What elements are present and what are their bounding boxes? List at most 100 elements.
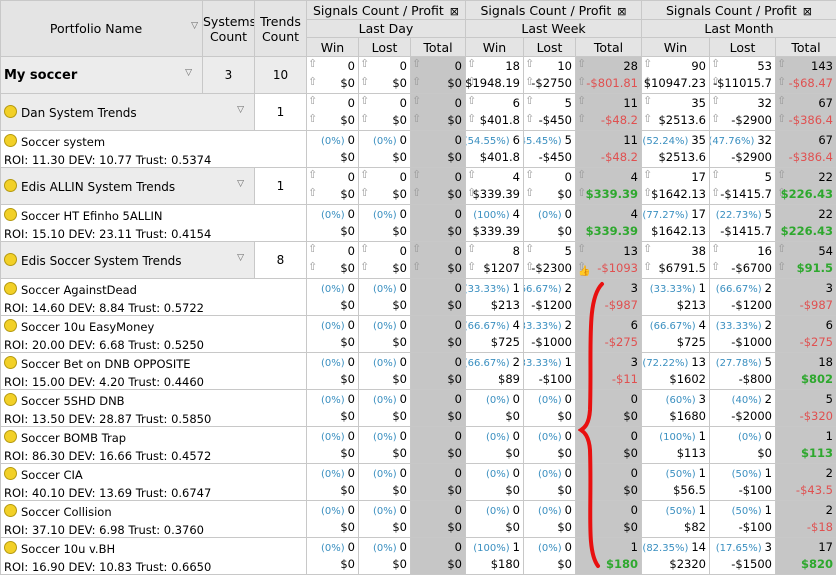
signal-profit: $1680 <box>669 409 706 423</box>
system-name[interactable]: Soccer AgainstDead ROI: 14.60 DEV: 8.84 T… <box>0 278 307 316</box>
group-name[interactable]: Dan System Trends ▽ <box>0 93 255 131</box>
group-row[interactable]: Edis ALLIN System Trends ▽ 1 ⇧ ⇧ 0 $0 ⇧ ⇧ 0 $0 ⇧ ⇧ 0 $… <box>0 167 836 205</box>
sort-icon[interactable]: ▽ <box>191 21 198 31</box>
signal-count: 3 <box>630 355 638 369</box>
system-row[interactable]: Soccer 10u v.BH ROI: 16.90 DEV: 10.83 Tru… <box>0 537 836 575</box>
arrow-up-icon: ⇧ <box>577 112 587 125</box>
arrow-up-icon: ⇧ <box>360 260 370 273</box>
signal-cell: 17 $820 <box>775 537 836 575</box>
close-icon[interactable]: ⊠ <box>617 5 626 18</box>
chevron-down-icon[interactable]: ▽ <box>237 179 244 189</box>
system-row[interactable]: Soccer system ROI: 11.30 DEV: 10.77 Trust… <box>0 130 836 168</box>
signal-cell: 67 -$386.4 <box>775 130 836 168</box>
col-win[interactable]: Win <box>641 37 710 57</box>
system-row[interactable]: Soccer AgainstDead ROI: 14.60 DEV: 8.84 T… <box>0 278 836 316</box>
arrow-up-icon: ⇧ <box>308 242 318 255</box>
arrow-up-icon: ⇧ <box>412 186 422 199</box>
signal-cell: 4 $339.39 <box>575 204 642 242</box>
col-lost[interactable]: Lost <box>709 37 776 57</box>
signal-count: 6 <box>512 133 520 147</box>
signal-profit: -$1415.7 <box>720 187 772 201</box>
system-name[interactable]: Soccer BOMB Trap ROI: 86.30 DEV: 16.66 Tr… <box>0 426 307 464</box>
signal-count: 4 <box>630 207 638 221</box>
signal-count: 8 <box>512 244 520 258</box>
coin-icon <box>4 319 17 332</box>
percent-label: (0%) <box>321 284 345 295</box>
chevron-down-icon[interactable]: ▽ <box>237 105 244 115</box>
percent-label: (0%) <box>538 395 562 406</box>
portfolio-name-header[interactable]: Portfolio Name ▽ <box>0 0 203 57</box>
col-lost[interactable]: Lost <box>523 37 576 57</box>
system-row[interactable]: Soccer BOMB Trap ROI: 86.30 DEV: 16.66 Tr… <box>0 426 836 464</box>
col-lost[interactable]: Lost <box>358 37 411 57</box>
signal-cell: (0%) 0 $0 <box>523 500 576 538</box>
col-win[interactable]: Win <box>306 37 359 57</box>
portfolio-row[interactable]: My soccer ▽ 3 10 ⇧ ⇧ 0 $0 ⇧ ⇧ 0 $0 ⇧ ⇧ 0 $0 ⇧ ⇧ 18 $1948.19… <box>0 56 836 94</box>
systems-count-header[interactable]: Systems Count <box>202 0 255 57</box>
percent-label: (0%) <box>321 543 345 554</box>
close-icon[interactable]: ⊠ <box>803 5 812 18</box>
signal-count: 0 <box>512 466 520 480</box>
signal-count: 1 <box>630 540 638 554</box>
arrow-up-icon: ⇧ <box>777 112 787 125</box>
system-name[interactable]: Soccer system ROI: 11.30 DEV: 10.77 Trust… <box>0 130 307 168</box>
system-row[interactable]: Soccer 5SHD DNB ROI: 13.50 DEV: 28.87 Tru… <box>0 389 836 427</box>
signals-header-day: Signals Count / Profit ⊠ <box>306 0 466 20</box>
signal-profit: $339.39 <box>585 224 638 238</box>
signal-cell: (33.33%) 1 $213 <box>465 278 524 316</box>
arrow-up-icon: ⇧ <box>577 94 587 107</box>
col-total[interactable]: Total <box>775 37 836 57</box>
group-row[interactable]: Dan System Trends ▽ 1 ⇧ ⇧ 0 $0 ⇧ ⇧ 0 $0 ⇧ ⇧ 0 $0 ⇧ ⇧ 6 $40… <box>0 93 836 131</box>
signal-profit: $0 <box>557 520 572 534</box>
arrow-up-icon: ⇧ <box>412 168 422 181</box>
chevron-down-icon[interactable]: ▽ <box>237 253 244 263</box>
system-name[interactable]: Soccer Bet on DNB OPPOSITE ROI: 15.00 DEV… <box>0 352 307 390</box>
arrow-up-icon: ⇧ <box>711 260 721 273</box>
signal-profit: $0 <box>447 187 462 201</box>
signal-profit: -$801.81 <box>586 76 638 90</box>
arrow-up-icon: ⇧ <box>777 242 787 255</box>
system-name[interactable]: Soccer 10u v.BH ROI: 16.90 DEV: 10.83 Tru… <box>0 537 307 575</box>
system-stats: ROI: 15.00 DEV: 4.20 Trust: 0.4460 <box>4 375 205 389</box>
signal-profit: -$2000 <box>731 409 772 423</box>
trends-count-header[interactable]: Trends Count <box>254 0 307 57</box>
percent-label: (66.67%) <box>465 358 510 369</box>
chevron-down-icon[interactable]: ▽ <box>185 68 192 78</box>
group-name[interactable]: Edis ALLIN System Trends ▽ <box>0 167 255 205</box>
system-name[interactable]: Soccer HT Efinho 5ALLIN ROI: 15.10 DEV: 2… <box>0 204 307 242</box>
system-name[interactable]: Soccer Collision ROI: 37.10 DEV: 6.98 Tru… <box>0 500 307 538</box>
group-row[interactable]: Edis Soccer System Trends ▽ 8 ⇧ ⇧ 0 $0 ⇧ ⇧ 0 $0 ⇧ ⇧ 0… <box>0 241 836 279</box>
signal-cell: (0%) 0 $0 <box>306 352 359 390</box>
system-row[interactable]: Soccer Bet on DNB OPPOSITE ROI: 15.00 DEV… <box>0 352 836 390</box>
percent-label: (33.33%) <box>715 321 762 332</box>
system-row[interactable]: Soccer CIA ROI: 40.10 DEV: 13.69 Trust: 0… <box>0 463 836 501</box>
signal-cell: ⇧ ⇧ 28 -$801.81 <box>575 56 642 94</box>
system-name[interactable]: Soccer 5SHD DNB ROI: 13.50 DEV: 28.87 Tru… <box>0 389 307 427</box>
signal-cell: ⇧ ⇧ 5 -$2300 <box>523 241 576 279</box>
col-total[interactable]: Total <box>410 37 466 57</box>
signal-count: 2 <box>825 466 833 480</box>
arrow-up-icon: ⇧ <box>360 75 370 88</box>
system-row[interactable]: Soccer HT Efinho 5ALLIN ROI: 15.10 DEV: 2… <box>0 204 836 242</box>
group-name[interactable]: Edis Soccer System Trends ▽ <box>0 241 255 279</box>
signal-cell: (0%) 0 $0 <box>358 463 411 501</box>
system-row[interactable]: Soccer 10u EasyMoney ROI: 20.00 DEV: 6.68… <box>0 315 836 353</box>
arrow-up-icon: ⇧ <box>777 168 787 181</box>
signal-count: 67 <box>818 133 833 147</box>
percent-label: (0%) <box>373 284 397 295</box>
portfolio-name[interactable]: My soccer ▽ <box>0 56 203 94</box>
signal-count: 0 <box>347 392 355 406</box>
signal-profit: $1948.19 <box>465 76 521 90</box>
signal-cell: ⇧ ⇧ 0 $0 <box>358 93 411 131</box>
close-icon[interactable]: ⊠ <box>450 5 459 18</box>
percent-label: (50%) <box>665 469 696 480</box>
system-stats: ROI: 11.30 DEV: 10.77 Trust: 0.5374 <box>4 153 212 167</box>
system-name[interactable]: Soccer 10u EasyMoney ROI: 20.00 DEV: 6.68… <box>0 315 307 353</box>
system-row[interactable]: Soccer Collision ROI: 37.10 DEV: 6.98 Tru… <box>0 500 836 538</box>
col-win[interactable]: Win <box>465 37 524 57</box>
system-name[interactable]: Soccer CIA ROI: 40.10 DEV: 13.69 Trust: 0… <box>0 463 307 501</box>
col-total[interactable]: Total <box>575 37 642 57</box>
signal-count: 2 <box>564 318 572 332</box>
signal-profit: -$1500 <box>731 557 772 571</box>
signal-profit: $0 <box>623 409 638 423</box>
